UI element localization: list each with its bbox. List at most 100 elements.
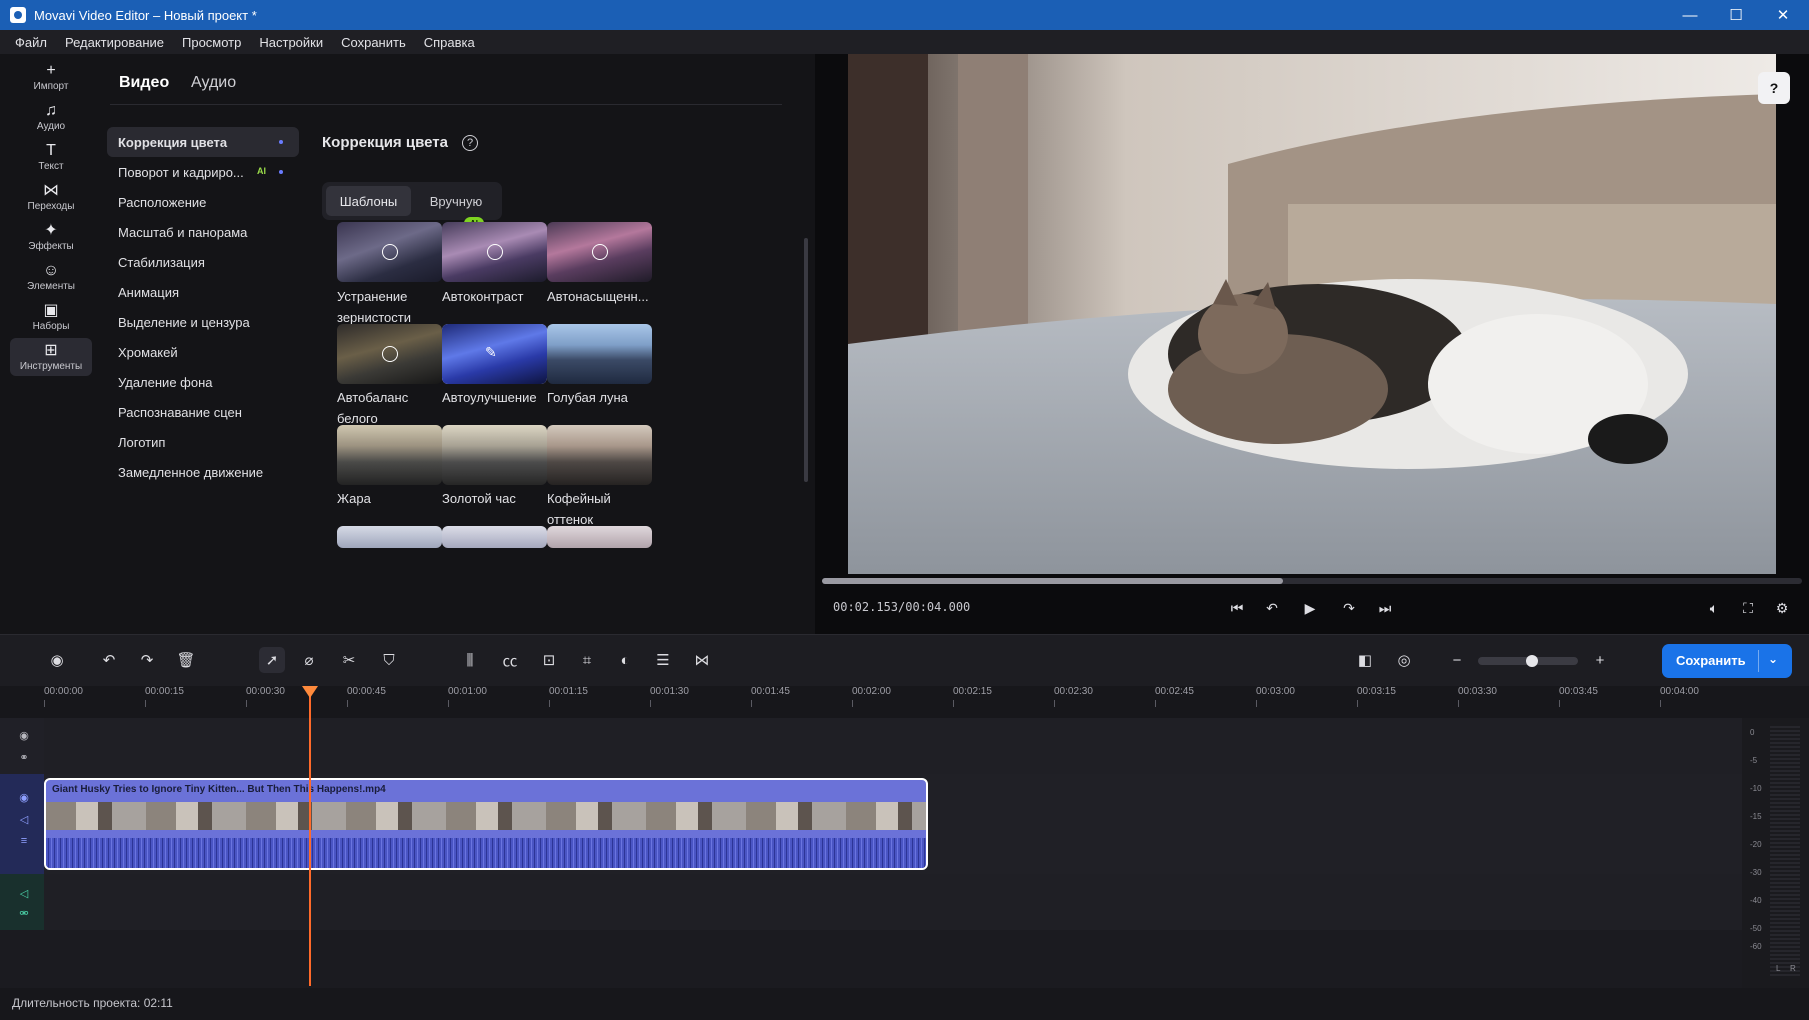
category-highlight-censor[interactable]: Выделение и цензура [107,307,299,337]
preset-autosaturation[interactable] [547,222,652,282]
close-button[interactable]: ✕ [1760,0,1806,30]
volume-icon[interactable]: ◁ [16,812,32,826]
preset-thumbnail[interactable] [547,526,652,548]
eye-icon[interactable]: ◉ [16,790,32,804]
track-header: ◉ ⚭ [0,718,44,774]
rail-tools[interactable]: ⊞ Инструменты [10,338,92,376]
audio-waveform-icon[interactable]: ⫼ [457,647,483,673]
menu-settings[interactable]: Настройки [250,35,332,50]
marker-icon[interactable]: ⛉ [376,647,402,673]
playhead[interactable] [309,686,311,986]
transition-icon[interactable]: ⋈ [689,647,715,673]
audio-settings-icon[interactable]: ≡ [16,834,32,848]
delete-icon[interactable]: 🗑︎ [173,647,199,673]
rail-import[interactable]: + Импорт [10,58,92,96]
rail-effects[interactable]: ✦ Эффекты [10,218,92,256]
eraser-tool-icon[interactable]: ⌀ [296,647,322,673]
video-frame[interactable] [848,54,1776,574]
color-adjust-icon[interactable]: ◐ [612,647,638,673]
skip-to-end-icon[interactable]: ⏭ [1373,596,1397,620]
tab-divider [110,104,782,105]
select-tool-icon[interactable]: ➚ [259,647,285,673]
volume-icon[interactable]: 🔈︎ [1702,596,1726,620]
zoom-slider[interactable] [1478,655,1578,667]
preset-denoise[interactable] [337,222,442,282]
ruler-label: 00:02:15 [953,686,992,697]
preset-auto-white-balance[interactable] [337,324,442,384]
category-background-removal[interactable]: Удаление фона [107,367,299,397]
category-stabilization[interactable]: Стабилизация [107,247,299,277]
menu-view[interactable]: Просмотр [173,35,250,50]
project-duration: Длительность проекта: 02:11 [12,996,173,1010]
rail-packs[interactable]: ▣ Наборы [10,298,92,336]
step-forward-icon[interactable]: ↷ [1337,596,1361,620]
menu-file[interactable]: Файл [6,35,56,50]
zoom-in-icon[interactable]: + [1587,647,1613,673]
zoom-slider-knob[interactable] [1526,655,1538,667]
menu-help[interactable]: Справка [415,35,484,50]
preset-autocontrast[interactable] [442,222,547,282]
settings-gear-icon[interactable]: ⚙ [1770,596,1794,620]
rail-audio[interactable]: ♫ Аудио [10,98,92,136]
tab-video[interactable]: Видео [119,74,169,92]
skip-to-start-icon[interactable]: ⏮ [1225,596,1249,620]
preset-heat[interactable] [337,425,442,485]
category-slow-motion[interactable]: Замедленное движение [107,457,299,487]
preset-golden-hour[interactable] [442,425,547,485]
link-icon[interactable]: ⚭ [16,750,32,764]
menu-save[interactable]: Сохранить [332,35,415,50]
menu-edit[interactable]: Редактирование [56,35,173,50]
meter-channel-label: R [1790,964,1796,973]
category-logo[interactable]: Логотип [107,427,299,457]
category-scene-detection[interactable]: Распознавание сцен [107,397,299,427]
undo-icon[interactable]: ↶ [96,647,122,673]
fullscreen-icon[interactable]: ⛶ [1736,596,1760,620]
maximize-button[interactable]: ☐ [1713,0,1759,30]
panel-scrollbar[interactable] [804,238,808,482]
rail-text[interactable]: T Текст [10,138,92,176]
redo-icon[interactable]: ↷ [134,647,160,673]
rail-transitions[interactable]: ⋈ Переходы [10,178,92,216]
category-pan-zoom[interactable]: Масштаб и панорама [107,217,299,247]
eye-icon[interactable]: ◉ [16,728,32,742]
cut-icon[interactable]: ✂ [336,647,362,673]
record-icon[interactable]: ◉ [44,647,70,673]
video-clip[interactable]: Giant Husky Tries to Ignore Tiny Kitten.… [44,778,928,870]
sliders-icon[interactable]: ☰ [650,647,676,673]
ruler-label: 00:00:00 [44,686,83,697]
volume-icon[interactable]: ◁ [16,886,32,900]
segment-templates[interactable]: Шаблоны [326,186,411,216]
step-back-icon[interactable]: ↶ [1260,596,1284,620]
preview-help-button[interactable]: ? [1758,72,1790,104]
magnet-icon[interactable]: ◎ [1391,647,1417,673]
category-color-correction[interactable]: Коррекция цвета [107,127,299,157]
timeline-ruler[interactable]: 00:00:00 00:00:15 00:00:30 00:00:45 00:01:00… [0,686,1809,718]
category-position[interactable]: Расположение [107,187,299,217]
captions-icon[interactable]: ㏄ [497,647,523,673]
category-animation[interactable]: Анимация [107,277,299,307]
preset-blue-moon[interactable] [547,324,652,384]
zoom-out-icon[interactable]: − [1444,647,1470,673]
chevron-down-icon[interactable]: ⌄ [1768,652,1778,666]
play-icon[interactable]: ▶ [1298,596,1322,620]
meter-label: -30 [1750,868,1762,877]
stabilize-icon[interactable]: ⊡ [536,647,562,673]
crop-icon[interactable]: ⌗ [574,647,600,673]
preset-auto-enhance[interactable]: ✎ [442,324,547,384]
tab-audio[interactable]: Аудио [191,74,236,92]
video-preview-image [848,54,1776,574]
preset-thumbnail[interactable] [337,526,442,548]
preview-progress-bar[interactable] [822,578,1802,584]
playhead-handle[interactable] [302,686,318,698]
category-chroma-key[interactable]: Хромакей [107,337,299,367]
save-button[interactable]: Сохранить ⌄ [1662,644,1792,678]
rail-elements[interactable]: ☺ Элементы [10,258,92,296]
segment-manual[interactable]: Вручную [414,186,498,216]
audio-detach-icon[interactable]: ◧ [1352,647,1378,673]
unlink-icon[interactable]: ⚮ [16,906,32,920]
preset-coffee-tone[interactable] [547,425,652,485]
minimize-button[interactable]: — [1667,0,1713,30]
preset-thumbnail[interactable] [442,526,547,548]
help-icon[interactable]: ? [462,135,478,151]
category-rotate-crop[interactable]: Поворот и кадриро... AI [107,157,299,187]
